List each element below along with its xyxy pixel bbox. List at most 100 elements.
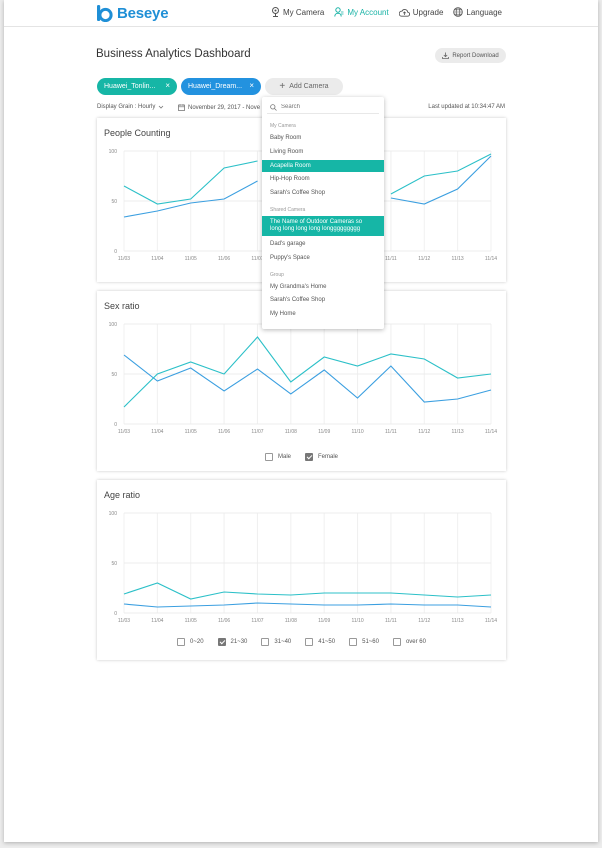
legend-checkbox[interactable]: Female bbox=[305, 453, 338, 461]
chevron-down-icon bbox=[159, 105, 164, 109]
x-tick-label: 11/06 bbox=[218, 429, 230, 435]
globe-icon bbox=[453, 7, 464, 17]
y-tick-label: 50 bbox=[111, 199, 117, 205]
nav-my-account[interactable]: My Account bbox=[334, 7, 389, 17]
y-tick-label: 0 bbox=[114, 611, 117, 617]
x-tick-label: 11/09 bbox=[318, 429, 330, 435]
x-tick-label: 11/13 bbox=[452, 618, 464, 624]
sex-ratio-legend: Male Female bbox=[97, 453, 506, 461]
x-tick-label: 11/11 bbox=[385, 429, 397, 435]
dropdown-item[interactable]: Baby Room bbox=[262, 132, 384, 144]
checkbox-icon[interactable] bbox=[349, 638, 358, 646]
dropdown-group-label: Shared Camera bbox=[270, 207, 306, 213]
report-download-label: Report Download bbox=[452, 52, 499, 59]
report-download-button[interactable]: Report Download bbox=[435, 48, 506, 63]
nav-my-camera[interactable]: My Camera bbox=[271, 7, 324, 17]
y-tick-label: 50 bbox=[111, 561, 117, 567]
x-tick-label: 11/06 bbox=[218, 256, 230, 262]
legend-label: 51~60 bbox=[362, 639, 379, 645]
page: Beseye My Camera My Account Upgrade Lang… bbox=[4, 0, 598, 842]
last-updated-text: Last updated at 10:34:47 AM bbox=[428, 104, 505, 110]
beseye-logo-icon bbox=[97, 4, 113, 22]
series-line bbox=[123, 354, 492, 403]
legend-checkbox[interactable]: 31~40 bbox=[261, 638, 291, 646]
checkbox-icon[interactable] bbox=[177, 638, 186, 646]
checkbox-icon[interactable] bbox=[217, 638, 226, 646]
download-icon bbox=[442, 52, 450, 59]
x-tick-label: 11/03 bbox=[118, 256, 130, 262]
camera-chip[interactable]: Huawei_Tonlin... × bbox=[97, 78, 177, 95]
search-icon bbox=[270, 103, 277, 111]
series-line bbox=[123, 582, 492, 600]
age-ratio-card: Age ratio 0 50 100 11/03 11/04 11/05 11/06 11/0… bbox=[97, 480, 506, 660]
remove-chip-icon[interactable]: × bbox=[165, 81, 170, 90]
dropdown-item[interactable]: Sarah's Coffee Shop bbox=[262, 187, 384, 199]
legend-checkbox[interactable]: over 60 bbox=[392, 638, 426, 646]
legend-label: 31~40 bbox=[274, 639, 292, 645]
camera-icon bbox=[272, 7, 280, 17]
x-tick-label: 11/12 bbox=[418, 256, 430, 262]
legend-checkbox[interactable]: 51~60 bbox=[349, 638, 379, 646]
checkbox-icon[interactable] bbox=[305, 453, 313, 461]
x-tick-label: 11/03 bbox=[118, 618, 130, 624]
dropdown-item[interactable]: My Grandma's Home bbox=[262, 281, 384, 293]
dropdown-item[interactable]: Living Room bbox=[262, 146, 384, 158]
series-line bbox=[123, 602, 492, 608]
x-tick-label: 11/12 bbox=[418, 618, 430, 624]
dropdown-item[interactable]: Puppy's Space bbox=[262, 252, 384, 264]
dropdown-item[interactable]: Sarah's Coffee Shop bbox=[262, 294, 384, 306]
y-tick-label: 100 bbox=[109, 322, 118, 328]
top-navbar: Beseye My Camera My Account Upgrade Lang… bbox=[4, 0, 598, 27]
legend-label: over 60 bbox=[405, 639, 426, 645]
x-tick-label: 11/10 bbox=[351, 429, 363, 435]
add-camera-button[interactable]: + Add Camera bbox=[265, 78, 343, 95]
dropdown-item[interactable]: My Home bbox=[262, 308, 384, 320]
camera-search[interactable] bbox=[267, 101, 379, 114]
display-grain-label: Display Grain : Hourly bbox=[97, 104, 156, 110]
camera-chip[interactable]: Huawei_Dream... × bbox=[181, 78, 261, 95]
checkbox-icon[interactable] bbox=[392, 638, 401, 646]
nav-language[interactable]: Language bbox=[453, 7, 502, 17]
remove-chip-icon[interactable]: × bbox=[249, 81, 254, 90]
dropdown-item[interactable]: The Name of Outdoor Cameras so long long… bbox=[262, 216, 384, 236]
dropdown-item[interactable]: Dad's garage bbox=[262, 238, 384, 250]
legend-checkbox[interactable]: Male bbox=[264, 453, 291, 461]
checkbox-icon[interactable] bbox=[305, 638, 314, 646]
cloud-upload-icon bbox=[398, 8, 410, 17]
dropdown-group-label: My Camera bbox=[270, 123, 296, 129]
nav-upgrade[interactable]: Upgrade bbox=[398, 7, 444, 17]
page-title: Business Analytics Dashboard bbox=[96, 48, 251, 60]
checkbox-icon[interactable] bbox=[261, 638, 270, 646]
x-tick-label: 11/07 bbox=[251, 429, 263, 435]
checkbox-icon[interactable] bbox=[264, 453, 273, 461]
dropdown-item[interactable]: Acapella Room bbox=[262, 159, 384, 172]
dropdown-item[interactable]: Hip-Hop Room bbox=[262, 173, 384, 185]
legend-checkbox[interactable]: 21~30 bbox=[217, 638, 247, 646]
dropdown-group-label: Group bbox=[270, 271, 284, 278]
x-tick-label: 11/12 bbox=[418, 429, 430, 435]
date-range-picker[interactable]: November 29, 2017 - Nove bbox=[178, 104, 260, 111]
x-tick-label: 11/04 bbox=[151, 256, 163, 262]
display-grain-select[interactable]: Display Grain : Hourly bbox=[97, 104, 164, 110]
x-tick-label: 11/06 bbox=[218, 618, 230, 624]
x-tick-label: 11/13 bbox=[452, 429, 464, 435]
age-ratio-legend: 0~20 21~30 31~40 41~50 51~60 over 60 bbox=[97, 638, 506, 646]
x-tick-label: 11/05 bbox=[185, 618, 197, 624]
add-camera-label: Add Camera bbox=[289, 83, 329, 90]
legend-label: Male bbox=[277, 454, 291, 460]
x-tick-label: 11/05 bbox=[185, 256, 197, 262]
x-tick-label: 11/04 bbox=[151, 429, 163, 435]
date-range-label: November 29, 2017 - Nove bbox=[188, 104, 261, 111]
brand-logo[interactable]: Beseye bbox=[96, 4, 169, 22]
x-tick-label: 11/03 bbox=[118, 429, 130, 435]
x-tick-label: 11/14 bbox=[485, 256, 497, 262]
age-ratio-chart: 0 50 100 11/03 11/04 11/05 11/06 11/07 11/08 11/0… bbox=[109, 511, 498, 624]
y-tick-label: 0 bbox=[114, 422, 117, 428]
nav-upgrade-label: Upgrade bbox=[412, 7, 444, 17]
legend-checkbox[interactable]: 41~50 bbox=[305, 638, 335, 646]
x-tick-label: 11/09 bbox=[318, 618, 330, 624]
legend-checkbox[interactable]: 0~20 bbox=[177, 638, 204, 646]
search-input[interactable] bbox=[281, 104, 371, 110]
y-tick-label: 100 bbox=[109, 149, 118, 155]
x-tick-label: 11/14 bbox=[485, 429, 497, 435]
